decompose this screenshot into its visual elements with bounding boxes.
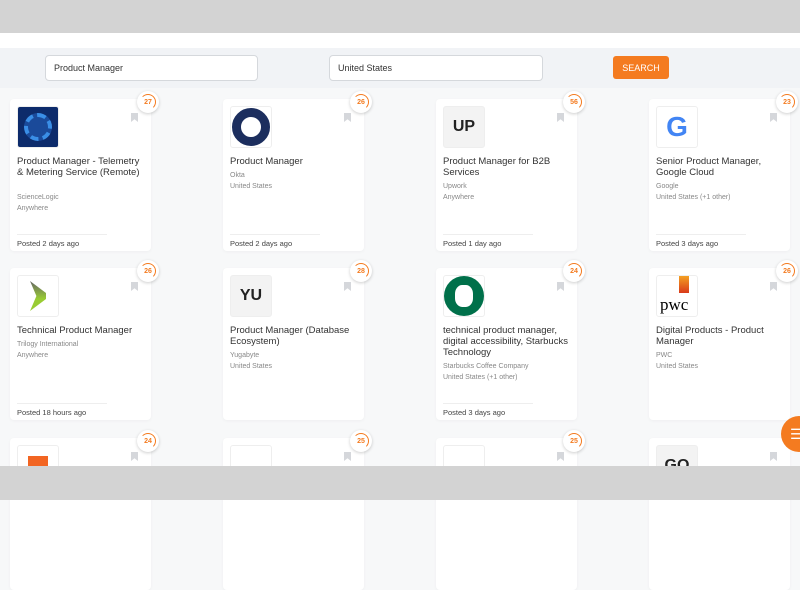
match-score: 25	[357, 437, 365, 445]
match-score-badge: 28	[350, 260, 372, 282]
company-name: ScienceLogic	[17, 194, 59, 201]
match-score-badge: 26	[350, 91, 372, 113]
job-card[interactable]: 26 Technical Product Manager Trilogy Int…	[10, 260, 159, 420]
logo-text: YU	[239, 287, 263, 304]
job-title[interactable]: Product Manager (Database Ecosystem)	[230, 325, 358, 347]
job-card[interactable]: GO	[649, 438, 790, 590]
spacer	[0, 33, 800, 48]
job-card[interactable]: 26 Product Manager Okta United States Pos…	[223, 91, 372, 251]
bottom-band	[0, 466, 800, 500]
job-location: United States	[656, 363, 699, 370]
job-location: United States (+1 other)	[656, 194, 731, 201]
company-name: Okta	[230, 172, 245, 179]
job-card[interactable]: YU 28 Product Manager (Database Ecosyste…	[223, 260, 372, 420]
posted-time: Posted 3 days ago	[443, 403, 533, 417]
job-title[interactable]: Product Manager - Telemetry & Metering S…	[17, 156, 145, 178]
job-location: United States	[230, 183, 273, 190]
job-title[interactable]: Product Manager	[230, 156, 358, 167]
company-name: PWC	[656, 352, 673, 359]
chat-icon: ☰	[790, 425, 800, 442]
job-location: United States	[230, 363, 273, 370]
bookmark-icon[interactable]	[131, 113, 138, 122]
bookmark-icon[interactable]	[770, 282, 777, 291]
job-card[interactable]: 25	[223, 430, 372, 590]
match-score-badge: 26	[137, 260, 159, 282]
top-band	[0, 0, 800, 33]
posted-time: Posted 2 days ago	[17, 234, 107, 248]
posted-time: Posted 1 day ago	[443, 234, 533, 248]
match-score-badge: 26	[776, 260, 798, 282]
job-title[interactable]: Digital Products - Product Manager	[656, 325, 784, 347]
match-score: 23	[783, 98, 791, 106]
bookmark-icon[interactable]	[344, 113, 351, 122]
match-score: 24	[570, 267, 578, 275]
bookmark-icon[interactable]	[557, 282, 564, 291]
match-score-badge: 24	[137, 430, 159, 452]
job-location: Anywhere	[443, 194, 475, 201]
match-score-badge: 23	[776, 91, 798, 113]
match-score-badge: 25	[563, 430, 585, 452]
company-name: Yugabyte	[230, 352, 260, 359]
company-logo	[17, 106, 59, 148]
bookmark-icon[interactable]	[770, 452, 777, 461]
bookmark-icon[interactable]	[557, 113, 564, 122]
bookmark-icon[interactable]	[344, 282, 351, 291]
bookmark-icon[interactable]	[770, 113, 777, 122]
match-score: 26	[144, 267, 152, 275]
job-card[interactable]: 24	[10, 430, 159, 590]
job-title[interactable]: technical product manager, digital acces…	[443, 325, 571, 358]
job-title[interactable]: Product Manager for B2B Services	[443, 156, 571, 178]
company-logo: G	[656, 106, 698, 148]
search-button[interactable]: SEARCH	[613, 56, 669, 79]
job-card[interactable]: pwc 26 Digital Products - Product Manage…	[649, 260, 798, 420]
match-score-badge: 27	[137, 91, 159, 113]
company-logo	[230, 106, 272, 148]
match-score-badge: 24	[563, 260, 585, 282]
company-logo: pwc	[656, 275, 698, 317]
bookmark-icon[interactable]	[131, 282, 138, 291]
job-card[interactable]: G 23 Senior Product Manager, Google Clou…	[649, 91, 798, 251]
match-score: 24	[144, 437, 152, 445]
job-title[interactable]: Senior Product Manager, Google Cloud	[656, 156, 784, 178]
company-name: Trilogy International	[17, 341, 79, 348]
company-name: Starbucks Coffee Company	[443, 363, 529, 370]
posted-time: Posted 18 hours ago	[17, 403, 107, 417]
match-score: 56	[570, 98, 578, 106]
bookmark-icon[interactable]	[131, 452, 138, 461]
job-card[interactable]: 27 Product Manager - Telemetry & Meterin…	[10, 91, 159, 251]
job-location: Anywhere	[17, 205, 49, 212]
location-input[interactable]: United States	[329, 55, 543, 81]
match-score: 26	[357, 98, 365, 106]
match-score: 26	[783, 267, 791, 275]
bookmark-icon[interactable]	[557, 452, 564, 461]
logo-text: UP	[452, 118, 476, 135]
job-card[interactable]: 25	[436, 430, 585, 590]
match-score: 28	[357, 267, 365, 275]
company-name: Google	[656, 183, 679, 190]
keyword-input[interactable]: Product Manager	[45, 55, 258, 81]
job-title[interactable]: Technical Product Manager	[17, 325, 145, 336]
posted-time: Posted 2 days ago	[230, 234, 320, 248]
posted-time: Posted 3 days ago	[656, 234, 746, 248]
match-score: 25	[570, 437, 578, 445]
match-score-badge: 25	[350, 430, 372, 452]
job-card[interactable]: 24 technical product manager, digital ac…	[436, 260, 585, 420]
job-card[interactable]: UP 56 Product Manager for B2B Services U…	[436, 91, 585, 251]
job-location: United States (+1 other)	[443, 374, 518, 381]
bookmark-icon[interactable]	[344, 452, 351, 461]
company-name: Upwork	[443, 183, 467, 190]
match-score: 27	[144, 98, 152, 106]
job-location: Anywhere	[17, 352, 49, 359]
match-score-badge: 56	[563, 91, 585, 113]
company-logo: UP	[443, 106, 485, 148]
company-logo: YU	[230, 275, 272, 317]
company-logo	[443, 275, 485, 317]
company-logo	[17, 275, 59, 317]
